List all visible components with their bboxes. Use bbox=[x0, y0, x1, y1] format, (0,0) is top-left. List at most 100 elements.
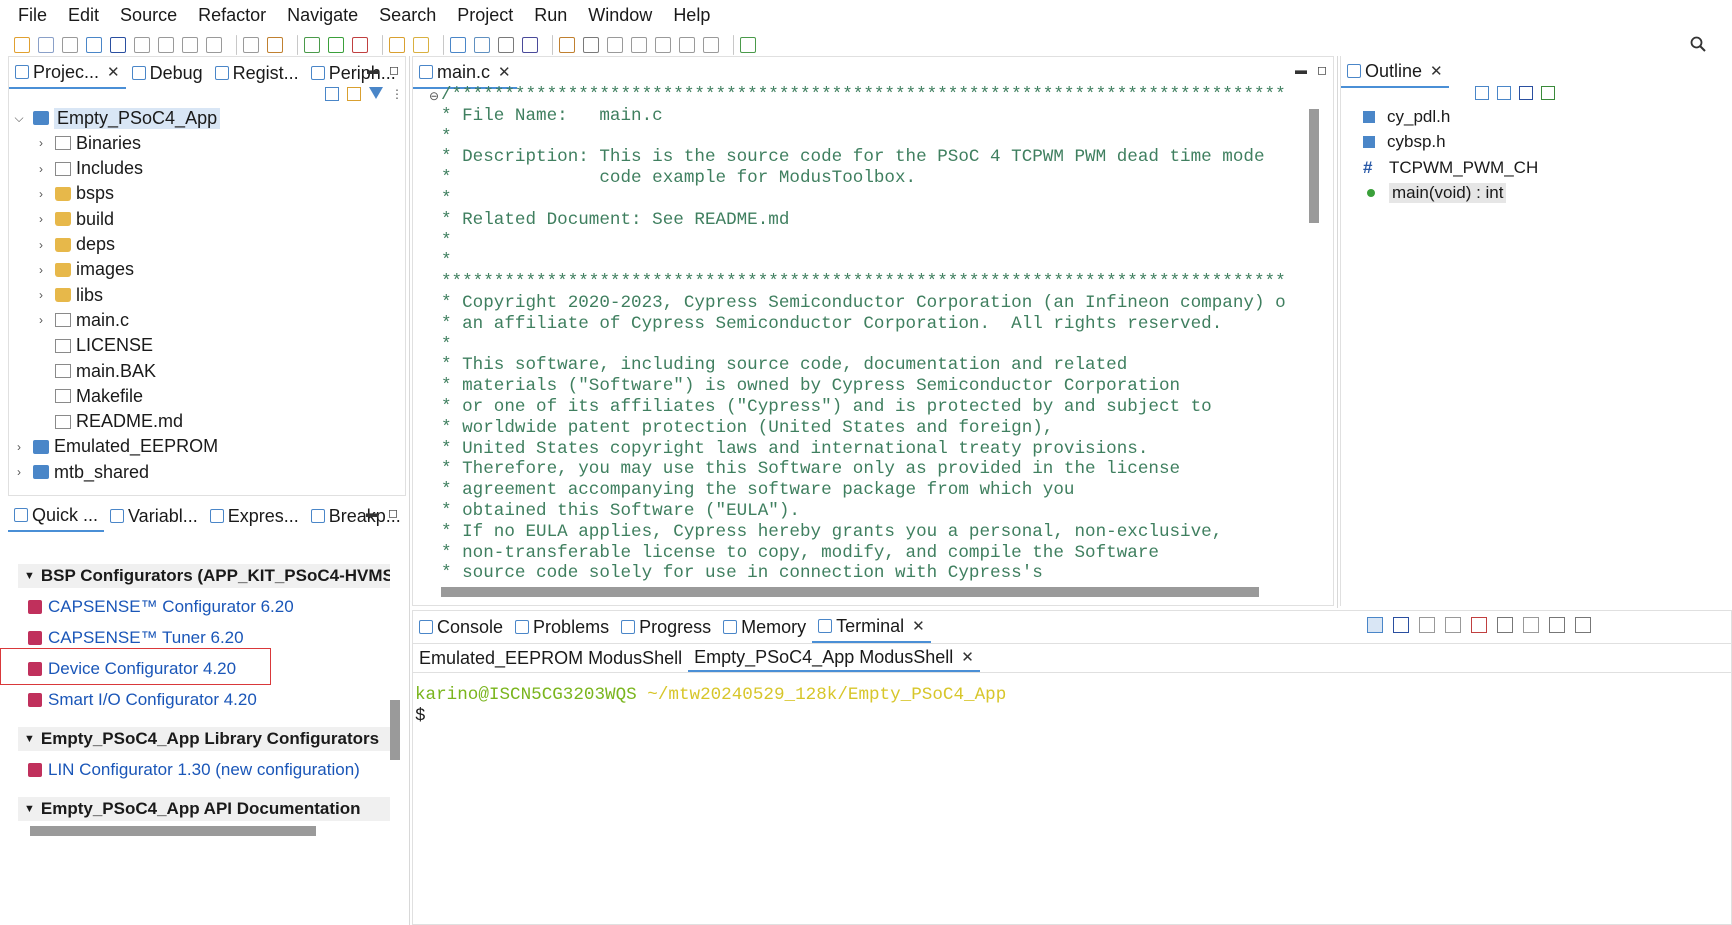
new-icon[interactable] bbox=[14, 37, 30, 53]
tab-empty-psoc4-app-modusshell[interactable]: Empty_PSoC4_App ModusShell ✕ bbox=[688, 644, 980, 672]
tree-item-build[interactable]: › build bbox=[35, 206, 114, 232]
tab-debug[interactable]: Debug bbox=[126, 57, 209, 89]
menu-edit[interactable]: Edit bbox=[68, 5, 99, 26]
whitespace-icon[interactable] bbox=[522, 37, 538, 53]
back-icon[interactable] bbox=[655, 37, 671, 53]
close-icon[interactable]: ✕ bbox=[961, 648, 974, 666]
quick-link-lin-configurator-1-30-new-configuration[interactable]: LIN Configurator 1.30 (new configuration… bbox=[28, 760, 360, 780]
view-menu-icon[interactable] bbox=[1575, 617, 1591, 633]
copy-paste-icon[interactable] bbox=[1549, 617, 1565, 633]
tab-quick[interactable]: Quick ... bbox=[8, 500, 105, 532]
tree-item-includes[interactable]: › Includes bbox=[35, 156, 143, 182]
link-editor-icon[interactable] bbox=[347, 87, 361, 101]
terminate-icon[interactable] bbox=[206, 37, 222, 53]
terminal-icon[interactable] bbox=[110, 37, 126, 53]
close-icon[interactable]: ✕ bbox=[107, 63, 120, 81]
minimize-icon[interactable]: ▬ bbox=[1295, 63, 1307, 77]
step-over-icon[interactable] bbox=[267, 37, 283, 53]
pin-icon[interactable] bbox=[1497, 617, 1513, 633]
tree-item-main-c[interactable]: › main.c bbox=[35, 307, 129, 333]
quick-link-capsense-tuner-6-20[interactable]: CAPSENSE™ Tuner 6.20 bbox=[28, 628, 244, 648]
maximize-icon[interactable]: ◻ bbox=[389, 63, 399, 77]
next-annotation-icon[interactable] bbox=[583, 37, 599, 53]
chevron-right-icon[interactable]: › bbox=[13, 440, 25, 454]
quick-section-header[interactable]: ▼ BSP Configurators (APP_KIT_PSoC4-HVMS-1… bbox=[18, 564, 390, 588]
menu-window[interactable]: Window bbox=[588, 5, 652, 26]
view-menu-icon[interactable]: ⋮ bbox=[391, 87, 403, 107]
collapse-all-icon[interactable] bbox=[1475, 86, 1489, 100]
chevron-right-icon[interactable]: › bbox=[35, 136, 47, 150]
tab-regist[interactable]: Regist... bbox=[209, 57, 305, 89]
quick-section-header[interactable]: ▼ Empty_PSoC4_App Library Configurators bbox=[18, 727, 390, 751]
menu-source[interactable]: Source bbox=[120, 5, 177, 26]
disconnect-icon[interactable] bbox=[1419, 617, 1435, 633]
debug-dropdown-icon[interactable] bbox=[134, 37, 150, 53]
maximize-icon[interactable]: ◻ bbox=[388, 506, 398, 520]
tree-item-readme-md[interactable]: README.md bbox=[35, 409, 183, 435]
minimize-icon[interactable]: ▬ bbox=[367, 63, 379, 77]
close-icon[interactable]: ✕ bbox=[1430, 62, 1443, 80]
highlight-icon[interactable] bbox=[474, 37, 490, 53]
suspend-icon[interactable] bbox=[182, 37, 198, 53]
toggle-mark-icon[interactable] bbox=[450, 37, 466, 53]
sort-icon[interactable] bbox=[1497, 86, 1511, 100]
tab-terminal[interactable]: Terminal ✕ bbox=[812, 611, 931, 643]
paste-icon[interactable] bbox=[1523, 617, 1539, 633]
tree-item-deps[interactable]: › deps bbox=[35, 232, 115, 258]
tree-item-emulated-eeprom[interactable]: › Emulated_EEPROM bbox=[13, 434, 218, 460]
tree-item-binaries[interactable]: › Binaries bbox=[35, 130, 141, 156]
tab-console[interactable]: Console bbox=[413, 611, 509, 643]
chevron-right-icon[interactable]: › bbox=[35, 288, 47, 302]
terminal-output[interactable]: karino@ISCN5CG3203WQS ~/mtw20240529_128k… bbox=[415, 685, 1006, 727]
tab-outline[interactable]: Outline ✕ bbox=[1341, 56, 1449, 88]
menu-run[interactable]: Run bbox=[534, 5, 567, 26]
chevron-right-icon[interactable]: › bbox=[13, 465, 25, 479]
external-tools-icon[interactable] bbox=[352, 37, 368, 53]
save-all-icon[interactable] bbox=[86, 37, 102, 53]
code-editor[interactable]: /***************************************… bbox=[441, 85, 1301, 581]
tree-item-license[interactable]: LICENSE bbox=[35, 333, 153, 359]
tree-item-mtb-shared[interactable]: › mtb_shared bbox=[13, 459, 149, 485]
chevron-right-icon[interactable]: › bbox=[35, 187, 47, 201]
menu-help[interactable]: Help bbox=[673, 5, 710, 26]
minimize-icon[interactable]: ▬ bbox=[366, 506, 378, 520]
back-dropdown-icon[interactable] bbox=[679, 37, 695, 53]
filter-icon[interactable] bbox=[369, 87, 383, 99]
maximize-icon[interactable]: ◻ bbox=[1317, 63, 1327, 77]
step-into-icon[interactable] bbox=[243, 37, 259, 53]
annotation-icon[interactable] bbox=[559, 37, 575, 53]
outline-item-cybsp-h[interactable]: cybsp.h bbox=[1363, 130, 1723, 156]
collapse-all-icon[interactable] bbox=[325, 87, 339, 101]
clear-icon[interactable] bbox=[1471, 617, 1487, 633]
tab-emulated-eeprom-modusshell[interactable]: Emulated_EEPROM ModusShell bbox=[413, 644, 688, 672]
menu-file[interactable]: File bbox=[18, 5, 47, 26]
tree-item-images[interactable]: › images bbox=[35, 257, 134, 283]
menu-project[interactable]: Project bbox=[457, 5, 513, 26]
prev-annotation-icon[interactable] bbox=[607, 37, 623, 53]
hide-fields-icon[interactable] bbox=[1519, 86, 1533, 100]
run-icon[interactable] bbox=[304, 37, 320, 53]
outline-item-main-void-int[interactable]: main(void) : int bbox=[1363, 181, 1723, 207]
tab-variabl[interactable]: Variabl... bbox=[104, 500, 204, 532]
close-icon[interactable]: ✕ bbox=[912, 617, 925, 635]
open-perspective-icon[interactable] bbox=[740, 37, 756, 53]
chevron-right-icon[interactable]: › bbox=[35, 313, 47, 327]
scroll-lock-icon[interactable] bbox=[1367, 617, 1383, 633]
open-task-icon[interactable] bbox=[413, 37, 429, 53]
close-icon[interactable]: ✕ bbox=[498, 63, 511, 81]
tab-problems[interactable]: Problems bbox=[509, 611, 615, 643]
copy-icon[interactable] bbox=[1445, 617, 1461, 633]
save-icon[interactable] bbox=[62, 37, 78, 53]
quick-link-smart-i-o-configurator-4-20[interactable]: Smart I/O Configurator 4.20 bbox=[28, 690, 257, 710]
quick-link-capsense-configurator-6-20[interactable]: CAPSENSE™ Configurator 6.20 bbox=[28, 597, 294, 617]
tab-memory[interactable]: Memory bbox=[717, 611, 812, 643]
dropdown-icon[interactable] bbox=[38, 37, 54, 53]
tree-item-makefile[interactable]: Makefile bbox=[35, 383, 143, 409]
open-type-icon[interactable] bbox=[389, 37, 405, 53]
tab-expres[interactable]: Expres... bbox=[204, 500, 305, 532]
search-icon[interactable] bbox=[1690, 36, 1706, 52]
chevron-right-icon[interactable]: › bbox=[35, 212, 47, 226]
tree-item-bsps[interactable]: › bsps bbox=[35, 181, 114, 207]
block-selection-icon[interactable] bbox=[498, 37, 514, 53]
hide-static-icon[interactable] bbox=[1541, 86, 1555, 100]
